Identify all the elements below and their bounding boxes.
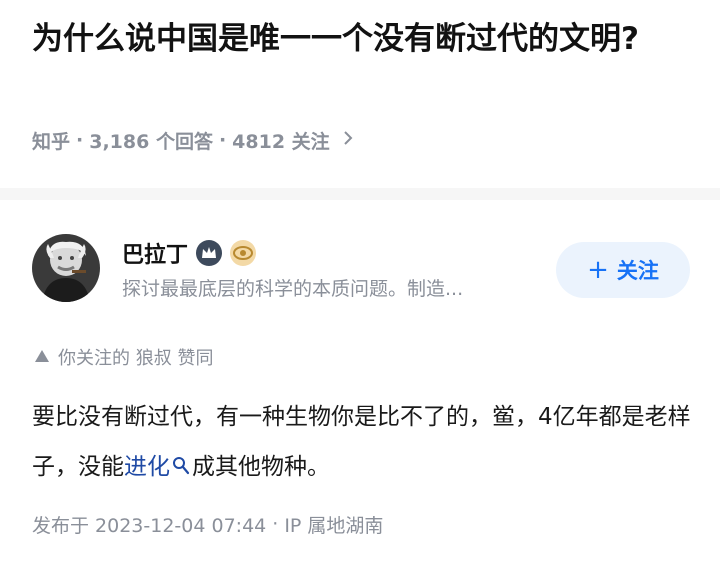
eye-badge-icon[interactable] — [230, 240, 257, 266]
separator-dot: · — [218, 129, 227, 151]
answer-footer: 发布于 2023-12-04 07:44 · IP 属地湖南 — [32, 508, 383, 540]
answer-count: 3,186 个回答 — [89, 130, 213, 153]
keyword-link[interactable]: 进化 — [124, 454, 170, 480]
search-icon[interactable] — [172, 444, 190, 494]
plus-icon: + — [587, 255, 609, 285]
follow-button-label: 关注 — [616, 259, 659, 283]
follower-count: 4812 关注 — [232, 130, 330, 153]
answer-text-after: 成其他物种。 — [192, 454, 330, 480]
avatar[interactable] — [32, 234, 100, 302]
source-label: 知乎 — [32, 130, 71, 153]
author-bio: 探讨最最底层的科学的本质问题。制造... — [122, 278, 464, 300]
up-triangle-icon — [34, 347, 50, 368]
author-name-row: 巴拉丁 — [122, 236, 463, 270]
answer-body[interactable]: 要比没有断过代，有一种生物你是比不了的，鲎，4亿年都是老样子，没能进化 成其他物种… — [32, 392, 692, 494]
social-proof: 你关注的 狼叔 赞同 — [34, 342, 213, 372]
author-header: 巴拉丁 探讨最最底层的科学的本质问题。制造... — [32, 234, 463, 302]
crown-badge-icon[interactable] — [196, 240, 223, 266]
question-title[interactable]: 为什么说中国是唯一一个没有断过代的文明? — [32, 14, 682, 64]
author-info: 巴拉丁 探讨最最底层的科学的本质问题。制造... — [122, 236, 463, 301]
separator-dot: · — [272, 513, 279, 535]
chevron-right-icon — [342, 129, 354, 152]
ip-location: IP 属地湖南 — [284, 514, 384, 537]
separator-dot: · — [76, 129, 84, 151]
social-proof-text: 你关注的 狼叔 赞同 — [58, 348, 214, 369]
publish-time: 发布于 2023-12-04 07:44 — [32, 514, 267, 537]
section-divider — [0, 188, 720, 200]
author-name[interactable]: 巴拉丁 — [122, 237, 188, 269]
follow-button[interactable]: + 关注 — [556, 242, 690, 298]
question-meta[interactable]: 知乎 · 3,186 个回答 · 4812 关注 — [32, 124, 354, 156]
